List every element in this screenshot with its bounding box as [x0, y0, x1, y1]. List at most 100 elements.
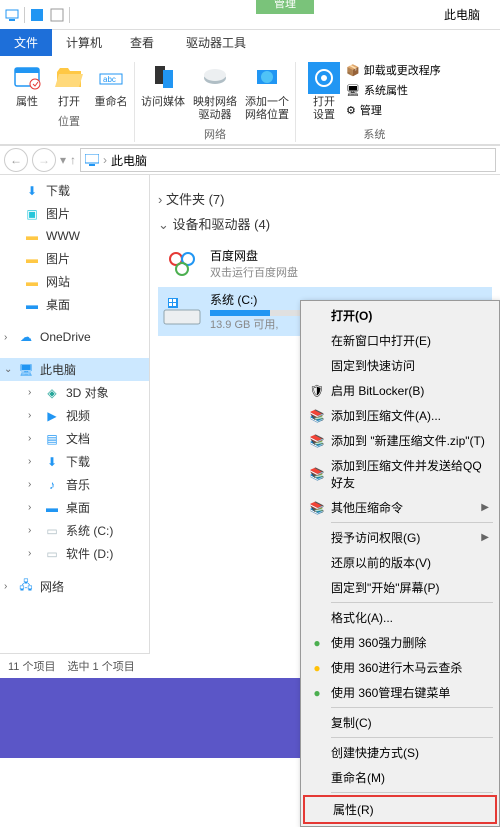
sidebar-softd[interactable]: ›▭软件 (D:) — [0, 542, 149, 565]
shield-icon: 🛡 — [309, 383, 325, 399]
download-icon: ⬇ — [24, 183, 40, 199]
expand-icon[interactable]: › — [28, 387, 31, 398]
ctx-del360[interactable]: ●使用 360强力删除 — [303, 630, 497, 655]
mapnet-button[interactable]: 映射网络 驱动器 — [193, 62, 237, 122]
folder-open-icon — [53, 62, 85, 94]
nav-back[interactable]: ← — [4, 148, 28, 172]
sidebar-websites[interactable]: ▬网站 — [0, 270, 149, 293]
expand-icon[interactable]: › — [28, 479, 31, 490]
expand-icon[interactable]: › — [4, 581, 7, 592]
expand-icon[interactable]: › — [28, 548, 31, 559]
addnet-button[interactable]: 添加一个 网络位置 — [245, 62, 289, 122]
properties-button[interactable]: 属性 — [10, 62, 44, 109]
music-icon: ♪ — [44, 477, 60, 493]
manage-link[interactable]: ⚙管理 — [346, 102, 441, 118]
baidu-item[interactable]: 百度网盘 双击运行百度网盘 — [158, 239, 492, 287]
sidebar-pictures2[interactable]: ▬图片 — [0, 247, 149, 270]
sidebar-downloads2[interactable]: ›⬇下载 — [0, 450, 149, 473]
folders-header[interactable]: › 文件夹 (7) — [158, 189, 492, 208]
save-icon[interactable] — [29, 7, 45, 23]
sidebar-documents[interactable]: ›▤文档 — [0, 427, 149, 450]
360-icon: ● — [309, 635, 325, 651]
ctx-properties[interactable]: 属性(R) — [303, 795, 497, 824]
devices-header[interactable]: ⌄ 设备和驱动器 (4) — [158, 214, 492, 233]
ctx-copy[interactable]: 复制(C) — [303, 710, 497, 735]
pc-icon: 🖥 — [18, 362, 34, 378]
360-icon: ● — [309, 660, 325, 676]
download-icon: ⬇ — [44, 454, 60, 470]
sidebar: ⬇下载 ▣图片 ▬WWW ▬图片 ▬网站 ▬桌面 ›☁OneDrive ⌄🖥此电… — [0, 175, 150, 735]
cloud-icon: ☁ — [18, 329, 34, 345]
sidebar-onedrive[interactable]: ›☁OneDrive — [0, 326, 149, 348]
network-icon: 🖧 — [18, 579, 34, 595]
sidebar-desktop2[interactable]: ›▬桌面 — [0, 496, 149, 519]
ctx-bitlocker[interactable]: 🛡启用 BitLocker(B) — [303, 378, 497, 403]
baidu-icon — [162, 243, 202, 283]
sidebar-downloads[interactable]: ⬇下载 — [0, 179, 149, 202]
ctx-format[interactable]: 格式化(A)... — [303, 605, 497, 630]
tab-computer[interactable]: 计算机 — [52, 29, 116, 56]
separator — [331, 602, 493, 603]
open-button[interactable]: 打开 — [52, 62, 86, 109]
ctx-rename[interactable]: 重命名(M) — [303, 765, 497, 790]
drive-icon: ▭ — [44, 546, 60, 562]
nav-fwd[interactable]: → — [32, 148, 56, 172]
ctx-addzip[interactable]: 📚添加到压缩文件(A)... — [303, 403, 497, 428]
address-input[interactable]: › 此电脑 — [80, 148, 496, 172]
ctx-shortcut[interactable]: 创建快捷方式(S) — [303, 740, 497, 765]
drive-icon — [162, 294, 202, 330]
zip-icon: 📚 — [309, 500, 325, 516]
separator — [331, 707, 493, 708]
media-button[interactable]: 访问媒体 — [141, 62, 185, 122]
sidebar-sysc[interactable]: ›▭系统 (C:) — [0, 519, 149, 542]
status-count: 11 个项目 — [8, 658, 55, 674]
sidebar-music[interactable]: ›♪音乐 — [0, 473, 149, 496]
nav-up[interactable]: ↑ — [70, 153, 76, 167]
drive-sub: 13.9 GB 可用, — [210, 319, 278, 331]
ctx-restore[interactable]: 还原以前的版本(V) — [303, 550, 497, 575]
expand-icon[interactable]: › — [28, 410, 31, 421]
sysprop-icon: 🖥 — [346, 84, 360, 97]
undo-icon[interactable] — [49, 7, 65, 23]
ctx-otherzip[interactable]: 📚其他压缩命令▶ — [303, 495, 497, 520]
chevron-right-icon: › — [103, 153, 107, 167]
expand-icon[interactable]: › — [28, 502, 31, 513]
rename-button[interactable]: abc 重命名 — [94, 62, 128, 109]
expand-icon[interactable]: › — [28, 433, 31, 444]
sysprop-link[interactable]: 🖥系统属性 — [346, 82, 441, 98]
ctx-pinquick[interactable]: 固定到快速访问 — [303, 353, 497, 378]
nav-down[interactable]: ▾ — [60, 153, 66, 167]
zip-icon: 📚 — [309, 408, 325, 424]
ctx-open[interactable]: 打开(O) — [303, 303, 497, 328]
media-icon — [147, 62, 179, 94]
ctx-addnewzip[interactable]: 📚添加到 "新建压缩文件.zip"(T) — [303, 428, 497, 453]
ctx-sendqq[interactable]: 📚添加到压缩文件并发送给QQ好友 — [303, 453, 497, 495]
tab-drivetools[interactable]: 驱动器工具 — [172, 29, 260, 56]
uninstall-link[interactable]: 📦卸载或更改程序 — [346, 62, 441, 78]
sidebar-www[interactable]: ▬WWW — [0, 225, 149, 247]
ctx-menu360[interactable]: ●使用 360管理右键菜单 — [303, 680, 497, 705]
ctx-scan360[interactable]: ●使用 360进行木马云查杀 — [303, 655, 497, 680]
ribbon-group-location: 属性 打开 abc 重命名 位置 — [4, 62, 135, 142]
settings-icon[interactable] — [308, 62, 340, 94]
separator — [24, 7, 25, 23]
video-icon: ▶ — [44, 408, 60, 424]
sidebar-network[interactable]: ›🖧网络 — [0, 575, 149, 598]
tab-file[interactable]: 文件 — [0, 29, 52, 56]
sidebar-videos[interactable]: ›▶视频 — [0, 404, 149, 427]
tab-view[interactable]: 查看 — [116, 29, 168, 56]
sidebar-3dobjects[interactable]: ›◈3D 对象 — [0, 381, 149, 404]
pc-icon — [85, 154, 99, 166]
ctx-newwin[interactable]: 在新窗口中打开(E) — [303, 328, 497, 353]
collapse-icon[interactable]: ⌄ — [4, 364, 12, 375]
sidebar-thispc[interactable]: ⌄🖥此电脑 — [0, 358, 149, 381]
ctx-grant[interactable]: 授予访问权限(G)▶ — [303, 525, 497, 550]
expand-icon[interactable]: › — [28, 525, 31, 536]
ribbon-group-network: 访问媒体 映射网络 驱动器 添加一个 网络位置 网络 — [135, 62, 296, 142]
sidebar-desktop[interactable]: ▬桌面 — [0, 293, 149, 316]
sidebar-pictures[interactable]: ▣图片 — [0, 202, 149, 225]
expand-icon[interactable]: › — [28, 456, 31, 467]
expand-icon[interactable]: › — [4, 332, 7, 343]
manage-tab[interactable]: 管理 — [256, 0, 314, 14]
ctx-pinstart[interactable]: 固定到"开始"屏幕(P) — [303, 575, 497, 600]
